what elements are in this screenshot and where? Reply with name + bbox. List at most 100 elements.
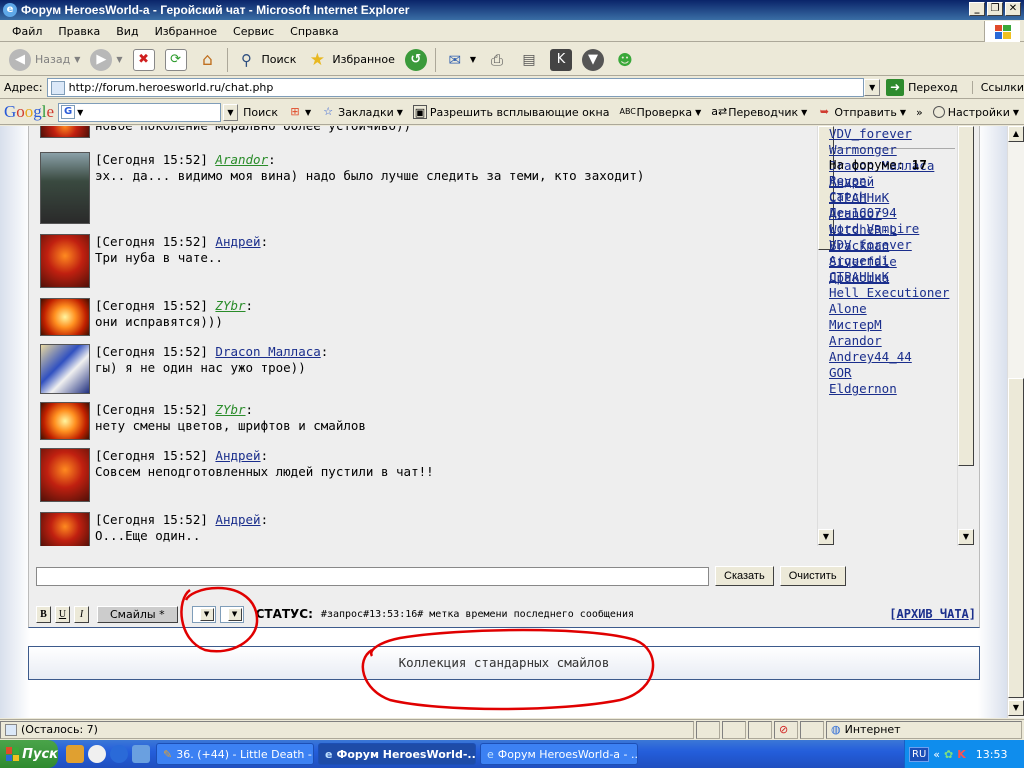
forum-user-link[interactable]: Eldgernon: [829, 381, 959, 397]
forum-user-link[interactable]: Catch: [829, 189, 959, 205]
task-forum[interactable]: e Форум HeroesWorld-а - ...: [480, 743, 638, 765]
stop-button[interactable]: ✖: [128, 46, 160, 74]
user-avatar: [40, 152, 90, 224]
task-little-death[interactable]: ✎ 36. (+44) - Little Death -...: [156, 743, 314, 765]
page-scrollbar[interactable]: ▲ ▼: [1007, 126, 1024, 718]
go-button[interactable]: ➜ Переход: [886, 79, 958, 96]
edit-button[interactable]: ▤: [513, 46, 545, 74]
bookmarks-button[interactable]: ☆ Закладки ▼: [316, 105, 408, 119]
google-search-dropdown[interactable]: ▼: [222, 103, 239, 121]
forum-user-link[interactable]: VDV_forever: [829, 237, 959, 253]
menu-view[interactable]: Вид: [108, 25, 146, 38]
search-button[interactable]: ⚲ Поиск: [231, 46, 302, 74]
forum-user-link[interactable]: МистерМ: [829, 317, 959, 333]
message-author-link[interactable]: ZYbr: [215, 298, 245, 313]
mail-button[interactable]: ✉ ▼: [439, 46, 481, 74]
task-forum-active[interactable]: e Форум HeroesWorld-...: [318, 743, 476, 765]
color-select[interactable]: ▼: [191, 605, 216, 623]
message-author-link[interactable]: Андрей: [215, 512, 260, 527]
send-button[interactable]: ➥ Отправить ▼: [812, 105, 911, 119]
kaspersky-icon[interactable]: K: [957, 748, 966, 761]
k-button[interactable]: K: [545, 46, 577, 74]
message-author-link[interactable]: Андрей: [215, 234, 260, 249]
google-search-input[interactable]: G ▼: [58, 102, 221, 122]
url-dropdown-button[interactable]: ▼: [864, 79, 881, 96]
shield-button[interactable]: ▼: [577, 46, 609, 74]
page-scroll-down[interactable]: ▼: [1008, 700, 1024, 716]
forum-user-link[interactable]: Lord Vampire: [829, 221, 959, 237]
chat-user-link[interactable]: Warmonger: [829, 142, 959, 158]
page-scroll-up[interactable]: ▲: [1008, 126, 1024, 142]
forum-user-link[interactable]: GOR: [829, 365, 959, 381]
url-field[interactable]: http://forum.heroesworld.ru/chat.php: [46, 78, 865, 97]
history-button[interactable]: ↺: [400, 46, 432, 74]
forum-user-link[interactable]: Revan: [829, 173, 959, 189]
archive-link[interactable]: [АРХИВ ЧАТА]: [889, 607, 976, 621]
settings-button[interactable]: Настройки ▼: [928, 106, 1024, 119]
forum-user-link[interactable]: Arandor: [829, 333, 959, 349]
start-button[interactable]: Пуск: [0, 740, 58, 768]
google-news-button[interactable]: ⊞ ▼: [283, 105, 316, 119]
italic-button[interactable]: I: [74, 605, 89, 623]
refresh-button[interactable]: ⟳: [160, 46, 192, 74]
language-indicator[interactable]: RU: [909, 746, 930, 762]
links-button[interactable]: Ссылки: [971, 81, 1024, 94]
menu-favorites[interactable]: Избранное: [147, 25, 225, 38]
underline-button[interactable]: U: [55, 605, 70, 623]
smile-collection-bar[interactable]: Коллекция стандарных смайлов: [28, 646, 980, 680]
message-time: [Сегодня 15:52]: [95, 344, 216, 359]
popup-blocked-icon[interactable]: ⊘: [774, 720, 798, 739]
google-search-button[interactable]: Поиск: [238, 106, 283, 119]
quicklaunch-app-icon[interactable]: [66, 745, 84, 763]
archive-link-text[interactable]: АРХИВ ЧАТА: [897, 607, 969, 621]
tray-app-icon[interactable]: ✿: [944, 748, 953, 761]
chat-message-input[interactable]: [36, 566, 709, 586]
star-icon: ★: [309, 49, 325, 70]
more-chevron[interactable]: »: [911, 106, 928, 119]
menu-help[interactable]: Справка: [282, 25, 346, 38]
home-button[interactable]: ⌂: [192, 46, 224, 74]
chat-user-link[interactable]: VDV_forever: [829, 126, 959, 142]
tray-expand-icon[interactable]: «: [933, 748, 940, 761]
spellcheck-button[interactable]: ABC Проверка ▼: [614, 105, 706, 119]
message-author-link[interactable]: Dracon Малласа: [215, 344, 320, 359]
message-author-link[interactable]: ZYbr: [215, 402, 245, 417]
back-button[interactable]: ◀ Назад ▼: [4, 46, 85, 74]
media-player-icon[interactable]: [88, 745, 106, 763]
status-label: СТАТУС:: [255, 607, 313, 621]
go-arrow-icon: ➜: [886, 79, 905, 96]
maximize-button[interactable]: ❐: [987, 2, 1003, 16]
forum-user-link[interactable]: СТРАННиК: [829, 269, 959, 285]
clear-button[interactable]: Очистить: [779, 566, 846, 586]
page-scroll-thumb[interactable]: [1008, 378, 1024, 698]
favorites-button[interactable]: ★ Избранное: [301, 46, 399, 74]
message-author-link[interactable]: Андрей: [215, 448, 260, 463]
forum-user-link[interactable]: Hell Executioner: [829, 285, 959, 301]
say-button[interactable]: Сказать: [715, 566, 774, 586]
translate-button[interactable]: a⇄ Переводчик ▼: [706, 105, 812, 119]
message-author-link[interactable]: Arandor: [215, 152, 268, 167]
bold-button[interactable]: B: [36, 605, 51, 623]
users-scroll-down[interactable]: ▼: [958, 529, 974, 545]
minimize-button[interactable]: _: [969, 2, 985, 16]
show-desktop-icon[interactable]: [132, 745, 150, 763]
font-select[interactable]: ▼: [219, 605, 244, 623]
users-scroll-thumb[interactable]: [958, 126, 974, 466]
forum-user-link[interactable]: Andrey44_44: [829, 349, 959, 365]
print-button[interactable]: ⎙: [481, 46, 513, 74]
chevron-down-icon: ▼: [695, 107, 702, 117]
forum-user-link[interactable]: Ден160794: [829, 205, 959, 221]
menu-file[interactable]: Файл: [4, 25, 50, 38]
app-icon: ✎: [163, 747, 173, 761]
menu-edit[interactable]: Правка: [50, 25, 108, 38]
close-button[interactable]: ✕: [1005, 2, 1021, 16]
menu-tools[interactable]: Сервис: [225, 25, 282, 38]
ie-icon[interactable]: [110, 745, 128, 763]
users-scrollbar[interactable]: ▼: [957, 126, 974, 546]
messenger-button[interactable]: ☻: [609, 46, 641, 74]
forum-user-link[interactable]: Alone: [829, 301, 959, 317]
popup-blocker-button[interactable]: ▣ Разрешить всплывающие окна: [408, 105, 615, 119]
user-avatar: [40, 402, 90, 440]
smiles-button[interactable]: Смайлы *: [97, 605, 178, 623]
forward-button[interactable]: ▶ ▼: [85, 46, 127, 74]
